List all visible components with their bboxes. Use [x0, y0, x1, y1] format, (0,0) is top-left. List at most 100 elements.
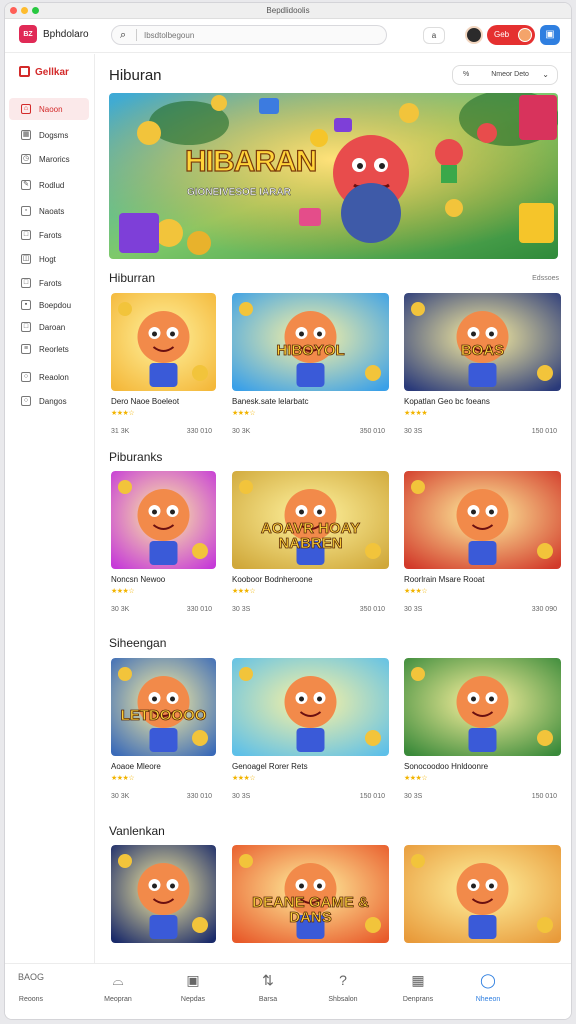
bottom-nav-label: Barsa	[258, 996, 278, 1003]
game-thumbnail: HIBOYOL	[232, 293, 389, 391]
search-input[interactable]	[144, 29, 374, 42]
search-bar[interactable]: ⌕	[111, 25, 387, 45]
card-stat-right: 330 090	[531, 606, 557, 613]
game-card[interactable]: Sonocoodoo Hnldoonre ★★★☆ 30 3S 150 010	[404, 658, 561, 810]
bottom-nav-item[interactable]: ▣ Nepdas	[163, 972, 223, 1003]
rating-stars: ★★★☆	[232, 588, 256, 595]
game-thumbnail: AOAVR HOAY NABREN	[232, 471, 389, 569]
bottom-nav-label: Denprans	[402, 996, 434, 1003]
square-icon: □	[21, 230, 31, 240]
sidebar-item-label: Rodlud	[39, 180, 65, 190]
rating-stars: ★★★☆	[232, 410, 256, 417]
sidebar-item-6[interactable]: ◫ Hogt	[9, 248, 89, 270]
game-card[interactable]: Roorlrain Msare Rooat ★★★☆ 30 3S 330 090	[404, 471, 561, 623]
card-stat-right: 150 010	[359, 793, 385, 800]
card-title: Sonocoodoo Hnldoonre	[404, 762, 489, 771]
card-title: Genoagel Rorer Rets	[232, 762, 308, 771]
bottom-nav-label: Shbsalon	[328, 996, 358, 1003]
page-title: Hiburan	[109, 67, 162, 84]
sidebar-item-4[interactable]: ▫ Naoats	[9, 200, 89, 222]
game-card[interactable]: Genoagel Rorer Rets ★★★☆ 30 3S 150 010	[232, 658, 389, 810]
sidebar-item-label: Dangos	[39, 396, 67, 406]
sidebar-item-7[interactable]: □ Farots	[9, 272, 89, 294]
chevron-down-icon: ⌄	[542, 70, 549, 79]
sidebar-item-8[interactable]: ▪ Boepdou	[9, 294, 89, 316]
sidebar-item-1[interactable]: ▦ Dogsms	[9, 124, 89, 146]
bottom-nav-item[interactable]: ⇅ Barsa	[238, 972, 298, 1003]
game-thumbnail: BOAS	[404, 293, 561, 391]
bottom-nav-item[interactable]: BAOG Reoons	[5, 972, 61, 1003]
brand-logo[interactable]: BZ	[19, 25, 37, 43]
card-title: Banesk.sate lelarbatc	[232, 397, 309, 406]
see-all-link[interactable]: Edssoes	[532, 275, 559, 282]
help-icon: ?	[339, 972, 347, 988]
sidebar-item-label: Farots	[39, 230, 62, 240]
hero-banner[interactable]: HIBARAN GIONEIVESOE IARAR	[109, 93, 558, 259]
sidebar-item-3[interactable]: ✎ Rodlud	[9, 174, 89, 196]
sidebar-item-0[interactable]: ⌂ Naoon	[9, 98, 89, 120]
sidebar-item-label: Hogt	[39, 254, 56, 264]
bottom-nav-item[interactable]: ▦ Denprans	[388, 972, 448, 1003]
pencil-icon: ✎	[21, 180, 31, 190]
sidebar-item-label: Reorlets	[39, 344, 69, 354]
hero-title: HIBARAN	[184, 144, 318, 178]
user-icon[interactable]: ▣	[540, 25, 560, 45]
thumbnail-title: AOAVR HOAY NABREN	[260, 520, 361, 552]
avatar[interactable]	[465, 26, 483, 44]
card-stat-right: 330 010	[186, 428, 212, 435]
brand-name: Bphdolaro	[43, 29, 89, 40]
bottom-nav-label: Nheeon	[475, 996, 501, 1003]
sidebar-item-label: Naoats	[39, 206, 65, 216]
sidebar-item-label: Boepdou	[39, 300, 72, 310]
bottom-nav-label: Nepdas	[180, 996, 206, 1003]
list-icon: ≡	[21, 344, 31, 354]
sidebar-item-2[interactable]: ◷ Marorics	[9, 148, 89, 170]
bag-icon: ⌓	[112, 972, 124, 988]
circle-icon: ○	[21, 372, 31, 382]
window-title: Bepdlidoolis	[266, 6, 310, 15]
sidebar-logo-icon	[19, 66, 30, 77]
thumbnail-title: LETDOOOO	[120, 707, 207, 724]
sidebar-item-label: Dogsms	[39, 130, 69, 140]
sidebar-item-label: Daroan	[39, 322, 66, 332]
card-title: Kooboor Bodnheroone	[232, 575, 313, 584]
game-card[interactable]: LETDOOOO Aoaoe Mleore ★★★☆ 30 3K 330 010	[111, 658, 216, 810]
rating-stars: ★★★☆	[404, 588, 428, 595]
game-card[interactable]: HIBOYOL Banesk.sate lelarbatc ★★★☆ 30 3K 350…	[232, 293, 389, 445]
card-stat-right: 350 010	[359, 428, 385, 435]
rating-stars: ★★★☆	[111, 410, 135, 417]
sidebar-item-11[interactable]: ○ Reaolon	[9, 366, 89, 388]
nav-text-icon: BAOG	[17, 972, 44, 982]
box-icon: ▣	[186, 972, 200, 988]
bottom-nav-item[interactable]: ◯ Nheeon	[458, 972, 518, 1003]
bottom-nav-item[interactable]: ? Shbsalon	[313, 972, 373, 1003]
game-card[interactable]: Noncsn Newoo ★★★☆ 30 3K 330 010	[111, 471, 216, 623]
sidebar-item-9[interactable]: □ Daroan	[9, 316, 89, 338]
sidebar-item-5[interactable]: □ Farots	[9, 224, 89, 246]
thumbnail-art	[111, 293, 216, 391]
profile-button[interactable]: Geb	[487, 25, 535, 45]
sidebar-item-label: Reaolon	[39, 372, 69, 382]
sidebar-item-label: Naoon	[39, 104, 63, 114]
game-card[interactable]: Dero Naoe Boeleot ★★★☆ 31 3K 330 010	[111, 293, 216, 445]
sidebar-item-label: Marorics	[39, 154, 70, 164]
bottom-nav-label: Reoons	[18, 996, 44, 1003]
card-title: Roorlrain Msare Rooat	[404, 575, 485, 584]
sort-dropdown[interactable]: % Nmeor Deto ⌄	[452, 65, 558, 85]
box-icon: ▫	[21, 206, 31, 216]
tool-button[interactable]: a	[423, 27, 445, 44]
sidebar-item-10[interactable]: ≡ Reorlets	[9, 338, 89, 360]
bottom-nav: BAOG Reoons ⌓ Meopran ▣ Nepdas ⇅ Barsa? Shbsalon…	[5, 963, 571, 1019]
bag-icon: ◫	[21, 254, 31, 264]
game-card[interactable]: BOAS Kopatlan Geo bc foeans ★★★★ 30 3S 150 0…	[404, 293, 561, 445]
bottom-nav-item[interactable]: ⌓ Meopran	[88, 972, 148, 1003]
thumbnail-title: DEANE GAME & DANS	[252, 894, 369, 926]
game-card[interactable]: AOAVR HOAY NABREN Kooboor Bodnheroone ★★★☆…	[232, 471, 389, 623]
sort-label: Nmeor Deto	[491, 71, 529, 78]
app-window: Bepdlidoolis BZ Bphdolaro ⌕ a Geb ▣ Gell…	[4, 2, 572, 1020]
sidebar: Gellkar ⌂ Naoon ▦ Dogsms ◷ Marorics ✎ Rodlud ▫ Na…	[5, 54, 95, 963]
card-stat-left: 31 3K	[111, 428, 130, 435]
rating-stars: ★★★☆	[111, 588, 135, 595]
sidebar-item-12[interactable]: ○ Dangos	[9, 390, 89, 412]
card-stat-left: 30 3S	[404, 606, 423, 613]
